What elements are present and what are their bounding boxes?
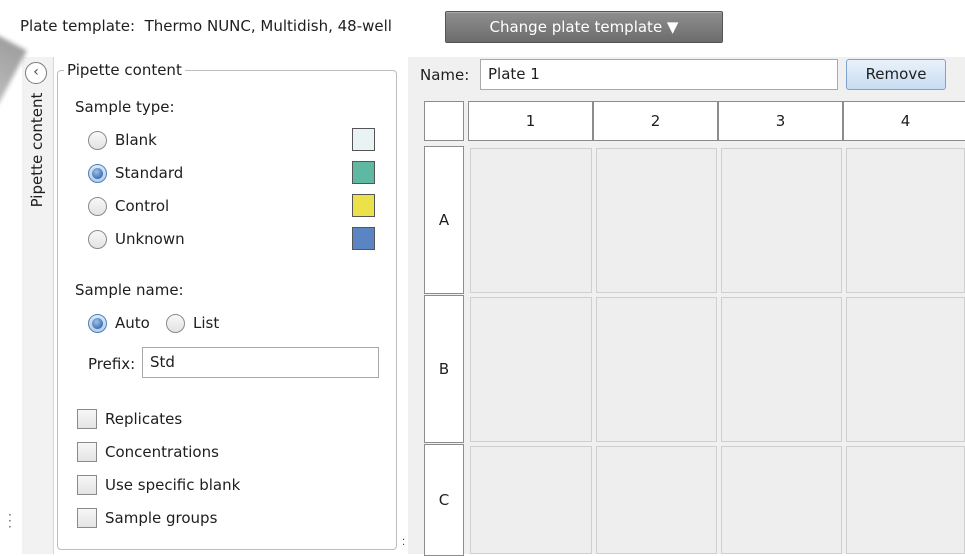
well-a3[interactable]: [721, 148, 842, 293]
well-c1[interactable]: [470, 446, 592, 554]
sample-name-list-label: List: [193, 314, 220, 332]
sample-type-control[interactable]: Control: [88, 194, 169, 218]
grip-icon: · · ·: [8, 508, 12, 534]
sample-name-list[interactable]: List: [166, 311, 219, 335]
chevron-left-circle-icon[interactable]: ‹: [25, 62, 47, 84]
well-c2[interactable]: [596, 446, 717, 554]
sample-name-label: Sample name:: [75, 281, 184, 299]
blank-color-swatch[interactable]: [352, 128, 375, 151]
well-b2[interactable]: [596, 297, 717, 442]
row-header-a[interactable]: A: [424, 146, 464, 294]
checkbox-sample-groups[interactable]: [77, 508, 97, 528]
option-sample-groups[interactable]: Sample groups: [77, 505, 217, 531]
plate-template-label: Plate template:: [20, 17, 136, 35]
option-concentrations[interactable]: Concentrations: [77, 439, 219, 465]
radio-list[interactable]: [166, 313, 185, 333]
plate-name-input[interactable]: Plate 1: [480, 59, 838, 90]
plate-name-label: Name:: [420, 66, 470, 84]
plate-template-info: Plate template: Thermo NUNC, Multidish, …: [20, 17, 392, 35]
radio-control[interactable]: [88, 196, 107, 216]
remove-button[interactable]: Remove: [846, 59, 946, 90]
change-plate-template-button[interactable]: Change plate template ▼: [445, 11, 723, 43]
plate-template-value: Thermo NUNC, Multidish, 48-well: [144, 17, 392, 35]
sample-type-blank[interactable]: Blank: [88, 128, 157, 152]
well-c4[interactable]: [846, 446, 965, 554]
side-strip-title[interactable]: Pipette content: [28, 93, 46, 208]
radio-standard[interactable]: [88, 163, 107, 183]
option-replicates[interactable]: Replicates: [77, 406, 182, 432]
control-color-swatch[interactable]: [352, 194, 375, 217]
row-header-c[interactable]: C: [424, 444, 464, 556]
column-header-3[interactable]: 3: [718, 101, 843, 141]
well-a2[interactable]: [596, 148, 717, 293]
sample-type-label-control: Control: [115, 197, 170, 215]
sample-type-standard[interactable]: Standard: [88, 161, 183, 185]
checkbox-use-specific-blank[interactable]: [77, 475, 97, 495]
option-label-concentrations: Concentrations: [105, 443, 219, 461]
well-a1[interactable]: [470, 148, 592, 293]
sample-type-label: Sample type:: [75, 98, 175, 116]
well-b3[interactable]: [721, 297, 842, 442]
well-c3[interactable]: [721, 446, 842, 554]
radio-unknown[interactable]: [88, 229, 107, 249]
checkbox-concentrations[interactable]: [77, 442, 97, 462]
grip-icon: · ·: [402, 535, 406, 551]
well-b1[interactable]: [470, 297, 592, 442]
option-use-specific-blank[interactable]: Use specific blank: [77, 472, 240, 498]
column-header-2[interactable]: 2: [593, 101, 718, 141]
sample-name-auto-label: Auto: [115, 314, 150, 332]
panel-splitter[interactable]: [400, 57, 408, 554]
well-a4[interactable]: [846, 148, 965, 293]
sample-type-label-unknown: Unknown: [115, 230, 185, 248]
checkbox-replicates[interactable]: [77, 409, 97, 429]
radio-blank[interactable]: [88, 130, 107, 150]
sample-type-label-standard: Standard: [115, 164, 184, 182]
sample-type-label-blank: Blank: [115, 131, 157, 149]
grid-corner[interactable]: [424, 101, 464, 141]
option-label-replicates: Replicates: [105, 410, 183, 428]
option-label-sample-groups: Sample groups: [105, 509, 218, 527]
column-header-1[interactable]: 1: [468, 101, 593, 141]
radio-auto[interactable]: [88, 313, 107, 333]
prefix-label: Prefix:: [88, 355, 136, 373]
sample-type-unknown[interactable]: Unknown: [88, 227, 185, 251]
standard-color-swatch[interactable]: [352, 161, 375, 184]
prefix-input[interactable]: Std: [142, 347, 379, 378]
option-label-use-specific-blank: Use specific blank: [105, 476, 241, 494]
sample-name-auto[interactable]: Auto: [88, 311, 150, 335]
row-header-b[interactable]: B: [424, 295, 464, 443]
pipette-content-title: Pipette content: [64, 61, 185, 79]
unknown-color-swatch[interactable]: [352, 227, 375, 250]
well-b4[interactable]: [846, 297, 965, 442]
column-header-4[interactable]: 4: [843, 101, 965, 141]
